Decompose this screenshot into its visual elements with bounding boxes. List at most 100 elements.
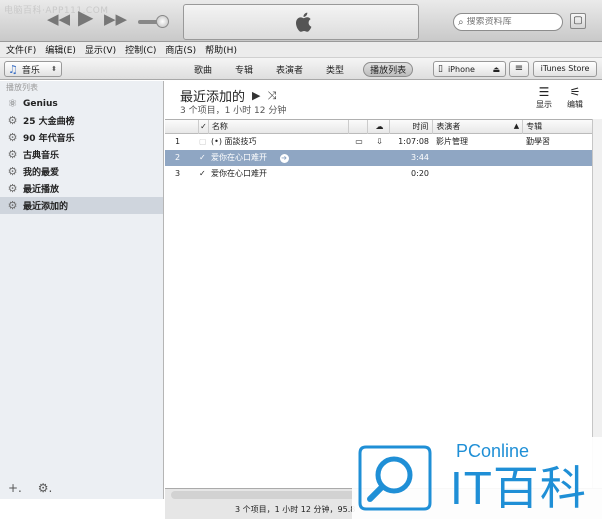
track-index: 1 (175, 137, 181, 146)
edit-icon: ⚟ (569, 85, 581, 99)
play-icon[interactable]: ▶ (252, 89, 260, 102)
sidebar-item-label: 90 年代音乐 (23, 134, 75, 144)
column-screen[interactable] (349, 119, 368, 134)
minimize-button[interactable]: ▢ (570, 13, 586, 29)
menu-controls[interactable]: 控制(C) (125, 43, 156, 56)
volume-knob[interactable] (156, 15, 169, 28)
sidebar-item-classical[interactable]: ⚙ 古典音乐 (0, 146, 163, 163)
track-time: 3:44 (411, 153, 429, 162)
show-label: 显示 (536, 100, 552, 109)
column-check[interactable]: ✓ (199, 119, 209, 134)
shuffle-icon[interactable]: ⤨ (267, 89, 276, 103)
next-icon[interactable]: ▶▶ (104, 10, 127, 28)
gear-icon: ⚙ (7, 148, 18, 161)
genius-icon: ⚛ (7, 97, 18, 110)
pconline-watermark: PConline IT百科 (352, 437, 602, 519)
track-name-cell: 爱你在心口难开 ➜ (208, 150, 348, 166)
library-selector[interactable]: ♫ 音乐 ⬍ (4, 61, 62, 77)
cloud-icon[interactable]: ☁ (368, 119, 390, 134)
sidebar-item-label: 我的最爱 (23, 168, 60, 178)
table-row[interactable]: 2 ✓ 爱你在心口难开 ➜ 3:44 (165, 150, 602, 166)
search-icon: ⌕ (458, 16, 464, 28)
track-checkbox[interactable]: ✓ (199, 166, 208, 182)
gear-icon: ⚙ (7, 131, 18, 144)
track-name-cell: (•) 面談技巧 (208, 134, 348, 150)
track-name: 爱你在心口难开 (211, 153, 267, 162)
toolbar: 电脑百科·APP111.COM ◀◀ ▶ ▶▶ ⌕ ▢ (0, 0, 602, 42)
chevron-updown-icon: ⬍ (51, 65, 57, 73)
sidebar-item-genius[interactable]: ⚛ Genius (0, 95, 163, 112)
sidebar-item-recently-added[interactable]: ⚙ 最近添加的 (0, 197, 163, 214)
sidebar-item-top25[interactable]: ⚙ 25 大金曲榜 (0, 112, 163, 129)
music-note-icon: ♫ (8, 62, 18, 76)
tab-genres[interactable]: 类型 (322, 62, 348, 77)
arrow-right-icon[interactable]: ➜ (279, 154, 289, 163)
edit-button[interactable]: ⚟ 编辑 (562, 86, 588, 110)
playlist-header: 最近添加的 ▶ ⤨ 3 个项目，1 小时 12 分钟 ☰ 显示 ⚟ 编辑 (165, 81, 602, 118)
view-tabs: 歌曲 专辑 表演者 类型 播放列表 (190, 62, 428, 77)
sidebar-item-favorites[interactable]: ⚙ 我的最爱 (0, 163, 163, 180)
track-time: 1:07:08 (398, 137, 429, 146)
track-name: 爱你在心口难开 (211, 169, 267, 178)
add-icon[interactable]: +. (8, 481, 22, 495)
table-header: ✓ 名称 ☁ 时间 表演者 ▲ 专辑 (165, 119, 602, 134)
cloud-download-icon[interactable]: ⇩ (367, 134, 389, 150)
tab-songs[interactable]: 歌曲 (190, 62, 216, 77)
track-artist (433, 166, 523, 182)
column-album[interactable]: 专辑 (523, 119, 602, 134)
track-album (523, 150, 602, 166)
track-name: 面談技巧 (224, 137, 257, 146)
play-icon[interactable]: ▶ (78, 7, 93, 27)
menu-help[interactable]: 帮助(H) (205, 43, 237, 56)
menu-file[interactable]: 文件(F) (6, 43, 36, 56)
track-artist (433, 150, 523, 166)
tab-artists[interactable]: 表演者 (272, 62, 307, 77)
track-index: 2 (175, 153, 181, 162)
screen-cell (348, 166, 367, 182)
show-button[interactable]: ☰ 显示 (531, 86, 557, 110)
menu-bar: 文件(F) 编辑(E) 显示(V) 控制(C) 商店(S) 帮助(H) (0, 42, 602, 58)
watermark-title: IT百科 (450, 462, 587, 514)
tab-playlists[interactable]: 播放列表 (363, 62, 414, 77)
search-box[interactable]: ⌕ (453, 13, 563, 31)
column-time[interactable]: 时间 (390, 119, 434, 134)
track-time: 0:20 (411, 169, 429, 178)
menu-edit[interactable]: 编辑(E) (45, 43, 76, 56)
sidebar-item-label: Genius (23, 98, 58, 109)
screen-cell (348, 150, 367, 166)
search-input[interactable] (466, 17, 555, 27)
sort-up-icon: ▲ (513, 121, 520, 130)
itunes-store-button[interactable]: iTunes Store (533, 61, 597, 77)
menu-store[interactable]: 商店(S) (165, 43, 196, 56)
sidebar-item-label: 25 大金曲榜 (23, 117, 75, 127)
track-checkbox[interactable]: ✓ (199, 150, 208, 166)
table-row[interactable]: 1 ▢ (•) 面談技巧 ▭ ⇩ 1:07:08 影片管理 勤學習 (165, 134, 602, 150)
sidebar-item-recently-played[interactable]: ⚙ 最近播放 (0, 180, 163, 197)
track-table: ✓ 名称 ☁ 时间 表演者 ▲ 专辑 1 ▢ (•) 面談技巧 ▭ ⇩ 1:07… (165, 119, 602, 488)
horizontal-scrollbar[interactable] (171, 491, 356, 499)
cloud-cell (367, 150, 389, 166)
tab-albums[interactable]: 专辑 (231, 62, 257, 77)
track-checkbox[interactable]: ▢ (199, 134, 208, 150)
device-label: iPhone (447, 64, 475, 74)
column-index[interactable] (165, 119, 199, 134)
apple-logo-icon (296, 12, 312, 32)
table-row[interactable]: 3 ✓ 爱你在心口难开 0:20 (165, 166, 602, 182)
sidebar-item-90s[interactable]: ⚙ 90 年代音乐 (0, 129, 163, 146)
gear-icon[interactable]: ⚙. (38, 481, 53, 495)
playlist-summary: 3 个项目，1 小时 12 分钟 (180, 106, 287, 116)
menu-view[interactable]: 显示(V) (85, 43, 116, 56)
cloud-cell (367, 166, 389, 182)
podcast-icon: (•) (211, 137, 222, 146)
track-album (523, 166, 602, 182)
eject-icon[interactable]: ⏏ (492, 65, 500, 74)
display-options-icon: ☰ (538, 85, 550, 99)
column-name[interactable]: 名称 (209, 119, 349, 134)
list-view-button[interactable]: ≡ (509, 61, 529, 77)
pconline-logo-icon (358, 445, 432, 511)
sidebar-heading: 播放列表 (6, 83, 38, 92)
device-button[interactable]: ▯ iPhone ⏏ (433, 61, 506, 77)
iphone-icon: ▯ (438, 64, 443, 74)
column-artist[interactable]: 表演者 ▲ (433, 119, 524, 134)
previous-icon[interactable]: ◀◀ (47, 10, 70, 28)
